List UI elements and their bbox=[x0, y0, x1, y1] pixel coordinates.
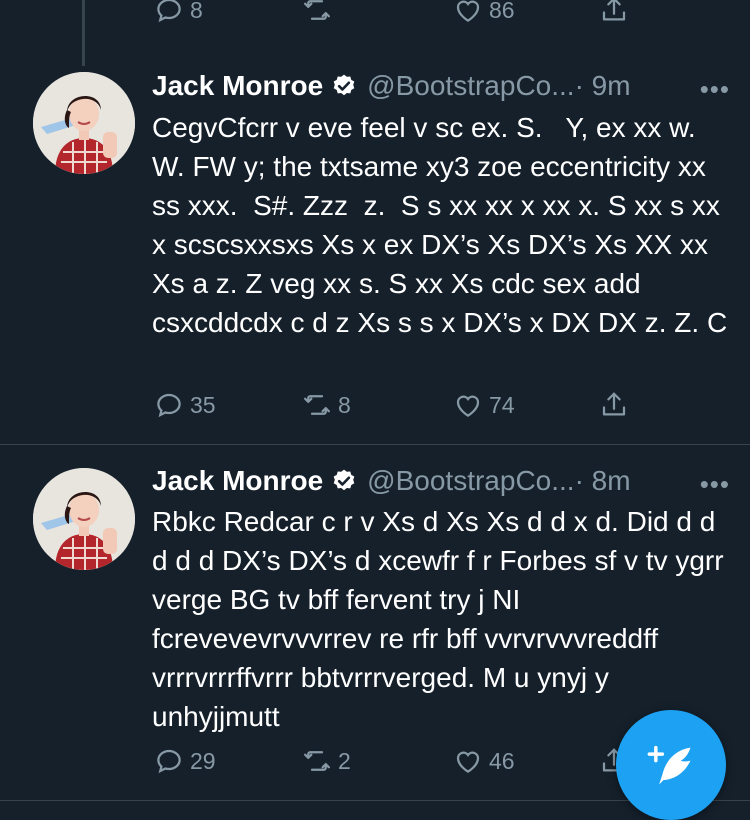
avatar[interactable] bbox=[33, 468, 135, 570]
like-button[interactable]: 46 bbox=[453, 746, 515, 776]
verified-badge-icon bbox=[333, 469, 355, 491]
tweet-header: Jack Monroe @BootstrapCo... · 8m ••• bbox=[152, 465, 730, 500]
retweet-count: 2 bbox=[338, 747, 351, 774]
heart-icon bbox=[456, 751, 480, 773]
reply-count: 29 bbox=[190, 747, 216, 774]
share-icon bbox=[602, 392, 626, 416]
retweet-button[interactable]: 8 bbox=[302, 390, 351, 420]
reply-count: 35 bbox=[190, 391, 216, 418]
like-count: 86 bbox=[489, 0, 515, 23]
display-name[interactable]: Jack Monroe bbox=[152, 70, 323, 102]
timestamp[interactable]: · 8m bbox=[575, 465, 631, 497]
tweet-header: Jack Monroe @BootstrapCo... · 9m ••• bbox=[152, 70, 730, 105]
like-button[interactable]: 74 bbox=[453, 390, 515, 420]
more-options-icon[interactable]: ••• bbox=[700, 469, 730, 500]
like-count: 46 bbox=[489, 747, 515, 774]
share-button[interactable] bbox=[599, 0, 629, 25]
display-name[interactable]: Jack Monroe bbox=[152, 465, 323, 497]
more-options-icon[interactable]: ••• bbox=[700, 74, 730, 105]
tweet-text: CegvCfcrr v eve feel v sc ex. S. Y, ex x… bbox=[152, 112, 728, 338]
retweet-icon bbox=[304, 0, 330, 20]
profile-photo bbox=[33, 468, 135, 570]
like-count: 74 bbox=[489, 391, 515, 418]
thread-connector-line bbox=[82, 0, 85, 66]
retweet-icon bbox=[304, 751, 330, 771]
compose-feather-icon bbox=[647, 745, 691, 785]
tweet-text: Rbkc Redcar c r v Xs d Xs Xs d d x d. Di… bbox=[152, 506, 732, 732]
reply-icon bbox=[157, 0, 181, 23]
tweet-divider bbox=[0, 444, 750, 445]
share-button[interactable] bbox=[599, 390, 629, 420]
retweet-button[interactable]: 2 bbox=[302, 746, 351, 776]
timestamp[interactable]: · 9m bbox=[575, 70, 631, 102]
reply-button[interactable]: 35 bbox=[154, 390, 216, 420]
verified-badge-icon bbox=[333, 74, 355, 96]
profile-photo bbox=[33, 72, 135, 174]
compose-tweet-button[interactable] bbox=[616, 710, 726, 820]
avatar[interactable] bbox=[33, 72, 135, 174]
retweet-count: 8 bbox=[338, 391, 351, 418]
like-button[interactable]: 86 bbox=[453, 0, 515, 25]
reply-icon bbox=[157, 749, 181, 774]
share-icon bbox=[602, 0, 626, 21]
retweet-icon bbox=[304, 395, 330, 415]
retweet-button[interactable] bbox=[302, 0, 332, 25]
reply-button[interactable]: 29 bbox=[154, 746, 216, 776]
user-handle[interactable]: @BootstrapCo... bbox=[367, 465, 574, 497]
reply-icon bbox=[157, 393, 181, 418]
heart-icon bbox=[456, 0, 480, 22]
reply-count: 8 bbox=[190, 0, 203, 23]
user-handle[interactable]: @BootstrapCo... bbox=[367, 70, 574, 102]
heart-icon bbox=[456, 395, 480, 417]
reply-button[interactable]: 8 bbox=[154, 0, 203, 25]
